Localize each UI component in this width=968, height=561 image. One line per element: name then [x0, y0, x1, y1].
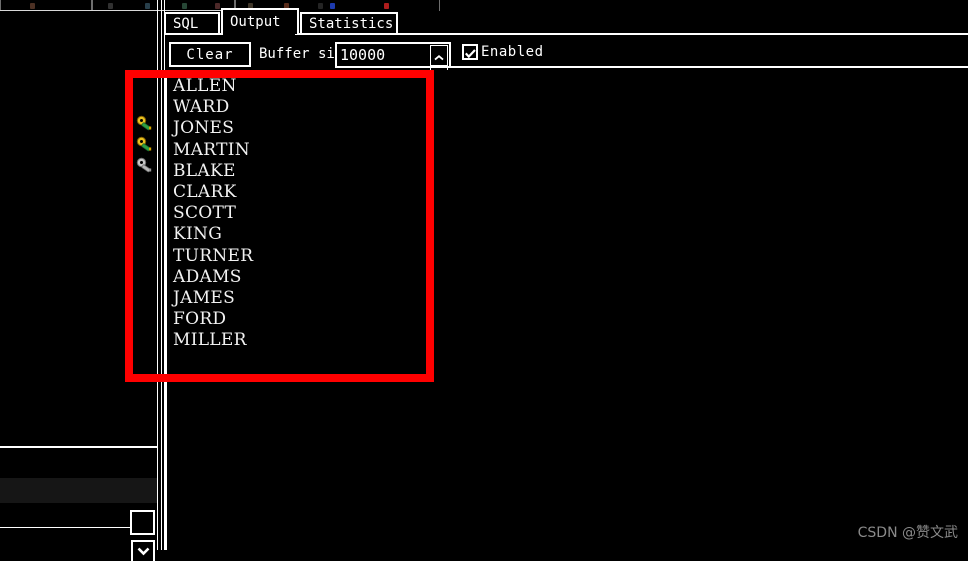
key-icon-column: [136, 115, 156, 178]
output-line: FORD: [173, 309, 227, 330]
output-line: BLAKE: [173, 160, 236, 181]
spinner-increment-button[interactable]: [430, 45, 448, 66]
toolbar-icon[interactable]: [30, 3, 35, 9]
toolbar-icon[interactable]: [215, 3, 220, 9]
checkmark-icon: [464, 43, 476, 62]
toolbar-icon[interactable]: [108, 3, 113, 9]
tab-statistics[interactable]: Statistics: [300, 12, 398, 34]
dropdown-button[interactable]: [131, 540, 155, 561]
output-line: CLARK: [173, 182, 237, 203]
left-dock-frame: [0, 56, 158, 447]
enabled-label: Enabled: [481, 44, 544, 60]
output-line: TURNER: [173, 245, 254, 266]
vertical-splitter[interactable]: [161, 0, 162, 550]
toolbar-separator: [434, 66, 968, 68]
output-line: ADAMS: [173, 266, 242, 287]
enabled-checkbox[interactable]: [462, 44, 478, 60]
vertical-splitter[interactable]: [157, 0, 158, 550]
toolbar-icon[interactable]: [182, 3, 187, 9]
output-line: JAMES: [173, 288, 236, 309]
blank-square-button[interactable]: [130, 510, 155, 535]
toolbar-icon[interactable]: [318, 3, 323, 9]
clear-button[interactable]: Clear: [169, 42, 251, 67]
left-dock-divider-lower: [0, 527, 132, 528]
output-line-list: ALLEN WARD JONES MARTIN BLAKE CLARK SCOT…: [167, 70, 968, 352]
output-line: JONES: [173, 118, 235, 139]
toolbar-icon[interactable]: [145, 3, 150, 9]
output-line: KING: [173, 224, 223, 245]
toolbar-icon[interactable]: [384, 3, 389, 9]
chevron-down-icon: [137, 547, 150, 556]
primary-key-icon[interactable]: [136, 115, 154, 133]
buffer-size-spinner[interactable]: [335, 42, 451, 87]
buffer-size-label: Buffer si: [259, 46, 335, 62]
output-line: SCOTT: [173, 203, 237, 224]
application-toolbar-strip[interactable]: [0, 0, 968, 11]
spinner-arrows[interactable]: [430, 45, 448, 87]
left-dock-panel: [0, 11, 158, 561]
primary-key-icon[interactable]: [136, 136, 154, 154]
output-line: ALLEN: [173, 76, 237, 96]
output-line: MARTIN: [173, 139, 250, 160]
left-dock-highlight-row[interactable]: [0, 478, 157, 503]
enabled-checkbox-row[interactable]: Enabled: [462, 44, 544, 60]
foreign-key-icon[interactable]: [136, 157, 154, 175]
output-text-pane[interactable]: ALLEN WARD JONES MARTIN BLAKE CLARK SCOT…: [165, 70, 968, 550]
tab-sql[interactable]: SQL: [164, 12, 220, 34]
output-line: WARD: [173, 97, 230, 118]
watermark: CSDN @赞文武: [857, 525, 958, 541]
buffer-size-input[interactable]: [337, 46, 428, 64]
left-dock-divider: [0, 447, 158, 448]
output-line: MILLER: [173, 330, 247, 351]
tab-output[interactable]: Output: [221, 8, 299, 34]
toolbar-icon[interactable]: [330, 3, 335, 9]
chevron-up-icon: [434, 46, 444, 65]
